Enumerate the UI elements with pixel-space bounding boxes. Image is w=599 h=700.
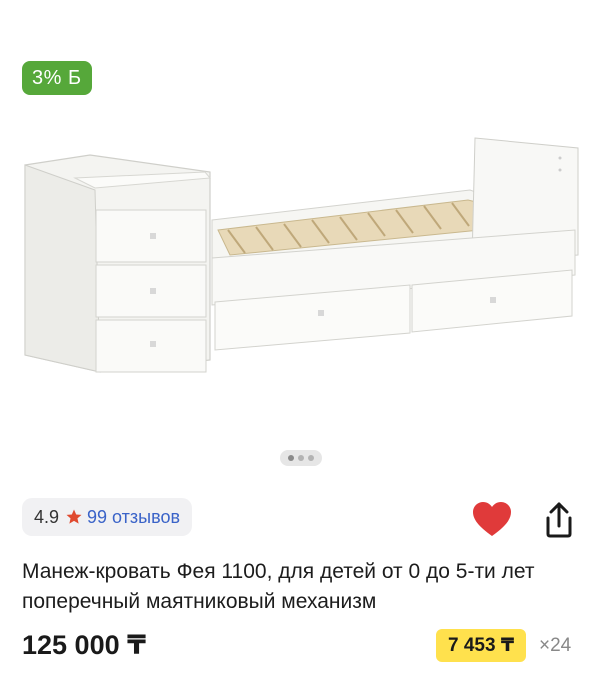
reviews-link[interactable]: 99 отзывов [87,507,180,528]
cashback-badge: 3% Б [22,61,92,95]
heart-icon [473,502,511,536]
share-button[interactable] [540,500,578,540]
favorite-button[interactable] [472,502,512,538]
product-gallery[interactable]: 3% Б [0,0,599,480]
product-price: 125 000 ₸ [22,630,146,660]
rating-value: 4.9 [34,506,60,527]
rating-summary[interactable]: 4.9 99 отзывов [22,498,193,536]
pagination-dot[interactable] [308,455,314,461]
installment-price-badge[interactable]: 7 453 ₸ [436,629,527,662]
installment-months: ×24 [539,635,572,656]
product-image[interactable] [0,110,599,410]
star-icon [65,508,83,526]
pagination-dot[interactable] [288,455,294,461]
pagination-dot[interactable] [298,455,304,461]
product-title: Манеж-кровать Фея 1100, для детей от 0 д… [22,560,535,613]
share-icon [546,502,572,538]
gallery-pagination[interactable] [280,450,322,466]
